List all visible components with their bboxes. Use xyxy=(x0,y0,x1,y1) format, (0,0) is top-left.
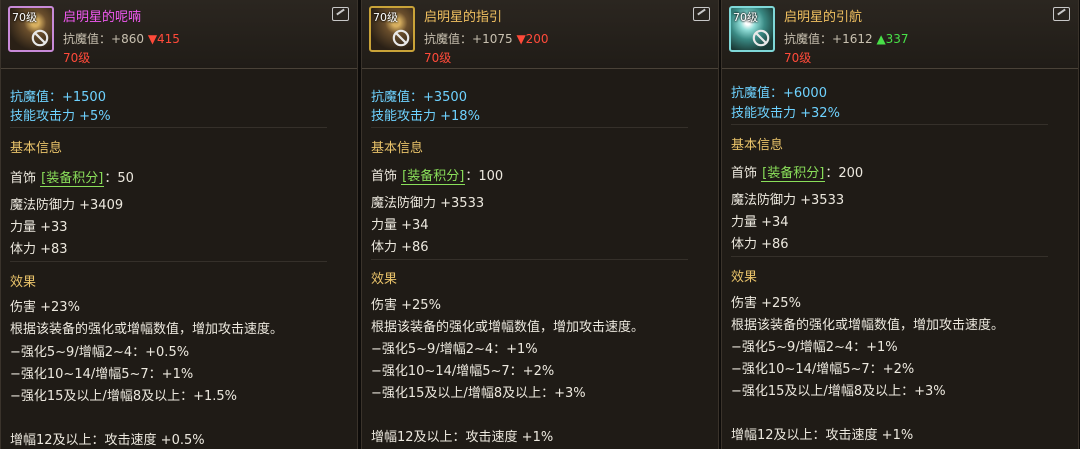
compare-value: +860 xyxy=(111,32,144,46)
tooltip-comparison: 70级 启明星的呢喃 抗魔值：+860 ▼415 70级 抗魔值：+1500 技… xyxy=(0,0,1080,449)
required-level: 70级 xyxy=(784,51,812,65)
compare-stat: 抗魔值：+1075 ▼200 xyxy=(424,30,549,47)
compare-delta: ▼415 xyxy=(147,32,180,46)
strength-stat: 力量 +34 xyxy=(731,215,789,230)
slot-type: 首饰 xyxy=(731,166,758,181)
compare-label: 抗魔值： xyxy=(784,32,833,46)
compare-value: +1612 xyxy=(832,32,873,46)
strength-stat: 力量 +33 xyxy=(10,220,68,235)
slot-type: 首饰 xyxy=(10,171,37,186)
forbidden-icon xyxy=(31,29,49,47)
strength-stat: 力量 +34 xyxy=(371,218,429,233)
anti-magic-stat: 抗魔值：+6000 xyxy=(731,86,827,101)
magic-defense-stat: 魔法防御力 +3533 xyxy=(731,193,845,208)
tier-1: −强化5~9/增幅2~4：+1% xyxy=(731,340,898,355)
divider xyxy=(10,127,327,128)
damage-stat: 伤害 +25% xyxy=(371,298,441,313)
divider xyxy=(731,124,1048,125)
vitality-stat: 体力 +86 xyxy=(731,237,789,252)
tier-1: −强化5~9/增幅2~4：+1% xyxy=(371,342,538,357)
skill-attack-stat: 技能攻击力 +32% xyxy=(731,106,840,121)
equipment-score-tag[interactable]: [装备积分] xyxy=(40,171,105,187)
equipment-score-tag[interactable]: [装备积分] xyxy=(401,169,466,185)
skill-attack-stat: 技能攻击力 +5% xyxy=(10,109,111,124)
compare-stat: 抗魔值：+860 ▼415 xyxy=(63,30,180,47)
tier-3: −强化15及以上/增幅8及以上：+3% xyxy=(371,386,586,401)
vitality-stat: 体力 +86 xyxy=(371,240,429,255)
divider xyxy=(731,256,1048,257)
tier-2: −强化10~14/增幅5~7：+2% xyxy=(731,362,915,377)
magic-defense-stat: 魔法防御力 +3409 xyxy=(10,198,124,213)
equipment-score-value: ：50 xyxy=(104,171,134,186)
item-icon[interactable]: 70级 xyxy=(369,6,415,52)
forbidden-icon xyxy=(752,29,770,47)
amplify-12-bonus: 增幅12及以上：攻击速度 +0.5% xyxy=(10,433,205,448)
item-tooltip-panel: 70级 启明星的指引 抗魔值：+1075 ▼200 70级 抗魔值：+3500 … xyxy=(361,0,719,449)
divider xyxy=(10,261,327,262)
item-header: 70级 启明星的呢喃 抗魔值：+860 ▼415 70级 xyxy=(1,0,357,69)
item-icon[interactable]: 70级 xyxy=(729,6,775,52)
required-level: 70级 xyxy=(424,51,452,65)
skill-attack-stat: 技能攻击力 +18% xyxy=(371,109,480,124)
level-badge: 70级 xyxy=(12,11,37,24)
magic-defense-stat: 魔法防御力 +3533 xyxy=(371,196,485,211)
share-icon[interactable] xyxy=(693,7,710,21)
item-name: 启明星的指引 xyxy=(424,10,503,25)
slot-type: 首饰 xyxy=(371,169,398,184)
damage-stat: 伤害 +23% xyxy=(10,300,80,315)
compare-stat: 抗魔值：+1612 ▲337 xyxy=(784,30,909,47)
divider xyxy=(371,259,688,260)
anti-magic-stat: 抗魔值：+1500 xyxy=(10,90,106,105)
effect-title: 效果 xyxy=(371,272,398,287)
required-level: 70级 xyxy=(63,51,91,65)
equipment-score-row: 首饰 [装备积分]：200 xyxy=(731,162,864,182)
compare-value: +1075 xyxy=(472,32,513,46)
compare-delta: ▼200 xyxy=(516,32,549,46)
tier-3: −强化15及以上/增幅8及以上：+1.5% xyxy=(10,389,238,404)
share-icon[interactable] xyxy=(1053,7,1070,21)
item-header: 70级 启明星的引航 抗魔值：+1612 ▲337 70级 xyxy=(722,0,1078,69)
anti-magic-stat: 抗魔值：+3500 xyxy=(371,90,467,105)
level-badge: 70级 xyxy=(733,11,758,24)
basic-info-title: 基本信息 xyxy=(10,141,63,156)
tier-3: −强化15及以上/增幅8及以上：+3% xyxy=(731,384,946,399)
equipment-score-row: 首饰 [装备积分]：50 xyxy=(10,167,134,187)
effect-description: 根据该装备的强化或增幅数值，增加攻击速度。 xyxy=(371,320,645,335)
effect-title: 效果 xyxy=(731,270,758,285)
share-icon[interactable] xyxy=(332,7,349,21)
equipment-score-row: 首饰 [装备积分]：100 xyxy=(371,165,504,185)
tier-2: −强化10~14/增幅5~7：+1% xyxy=(10,367,194,382)
item-icon[interactable]: 70级 xyxy=(8,6,54,52)
tier-2: −强化10~14/增幅5~7：+2% xyxy=(371,364,555,379)
item-name: 启明星的呢喃 xyxy=(63,10,142,25)
divider xyxy=(371,127,688,128)
vitality-stat: 体力 +83 xyxy=(10,242,68,257)
effect-description: 根据该装备的强化或增幅数值，增加攻击速度。 xyxy=(10,322,284,337)
level-badge: 70级 xyxy=(373,11,398,24)
equipment-score-value: ：200 xyxy=(825,166,864,181)
tier-1: −强化5~9/增幅2~4：+0.5% xyxy=(10,345,190,360)
item-tooltip-panel: 70级 启明星的引航 抗魔值：+1612 ▲337 70级 抗魔值：+6000 … xyxy=(721,0,1079,449)
equipment-score-value: ：100 xyxy=(465,169,504,184)
basic-info-title: 基本信息 xyxy=(731,138,784,153)
amplify-12-bonus: 增幅12及以上：攻击速度 +1% xyxy=(371,430,554,445)
compare-delta: ▲337 xyxy=(876,32,909,46)
forbidden-icon xyxy=(392,29,410,47)
compare-label: 抗魔值： xyxy=(424,32,473,46)
item-header: 70级 启明星的指引 抗魔值：+1075 ▼200 70级 xyxy=(362,0,718,69)
amplify-12-bonus: 增幅12及以上：攻击速度 +1% xyxy=(731,428,914,443)
compare-label: 抗魔值： xyxy=(63,32,112,46)
item-tooltip-panel: 70级 启明星的呢喃 抗魔值：+860 ▼415 70级 抗魔值：+1500 技… xyxy=(0,0,358,449)
equipment-score-tag[interactable]: [装备积分] xyxy=(761,166,826,182)
item-name: 启明星的引航 xyxy=(784,10,863,25)
damage-stat: 伤害 +25% xyxy=(731,296,801,311)
effect-description: 根据该装备的强化或增幅数值，增加攻击速度。 xyxy=(731,318,1005,333)
effect-title: 效果 xyxy=(10,275,37,290)
basic-info-title: 基本信息 xyxy=(371,141,424,156)
